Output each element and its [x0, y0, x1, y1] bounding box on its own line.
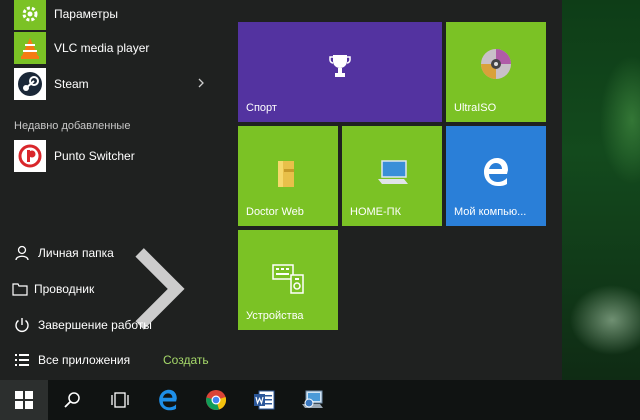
menu-item-label: VLC media player [54, 41, 150, 55]
desktop-wallpaper [562, 0, 640, 380]
steam-icon [14, 68, 46, 100]
menu-item-vlc[interactable]: VLC media player [0, 30, 222, 66]
start-menu: Параметры VLC media player Steam Недавно… [0, 0, 562, 380]
edge-icon [159, 389, 177, 411]
chrome-icon [206, 390, 227, 410]
taskbar-network[interactable] [288, 380, 336, 420]
list-icon [12, 350, 32, 370]
vlc-icon [14, 32, 46, 64]
tile-ultraiso[interactable]: UltraISO [446, 22, 546, 122]
tile-label: Doctor Web [246, 206, 304, 218]
punto-switcher-icon [14, 140, 46, 172]
folder-icon [274, 158, 300, 190]
taskbar-word[interactable] [240, 380, 288, 420]
gear-icon [14, 0, 46, 30]
tile-my-computer[interactable]: Мой компью... [446, 126, 546, 226]
menu-item-label: Параметры [54, 7, 118, 21]
devices-icon [270, 260, 306, 296]
tile-label: Спорт [246, 102, 277, 114]
start-menu-list: Параметры VLC media player Steam Недавно… [0, 0, 222, 380]
recently-added-header: Недавно добавленные [14, 120, 131, 132]
taskbar-edge[interactable] [144, 380, 192, 420]
user-icon [12, 243, 32, 263]
menu-item-steam[interactable]: Steam [0, 66, 222, 102]
taskbar-chrome[interactable] [192, 380, 240, 420]
place-shutdown[interactable]: Завершение работы [0, 310, 222, 340]
menu-item-label: Steam [54, 77, 89, 91]
task-view-icon [111, 392, 129, 408]
power-icon [12, 315, 32, 335]
word-icon [254, 390, 275, 410]
create-link[interactable]: Создать [163, 353, 209, 367]
tile-doctor-web[interactable]: Doctor Web [238, 126, 338, 226]
disc-icon [478, 46, 514, 82]
task-view-button[interactable] [96, 380, 144, 420]
folder-icon [12, 279, 28, 299]
menu-item-settings[interactable]: Параметры [0, 0, 222, 32]
chevron-right-icon[interactable] [194, 76, 208, 90]
tile-devices[interactable]: Устройства [238, 230, 338, 330]
computer-icon [376, 158, 410, 188]
trophy-icon [328, 52, 352, 80]
place-label: Проводник [34, 282, 95, 296]
tile-label: Мой компью... [454, 206, 527, 218]
menu-item-punto-switcher[interactable]: Punto Switcher [0, 138, 222, 174]
windows-start-icon [15, 391, 33, 409]
start-button[interactable] [0, 380, 48, 420]
menu-item-label: Punto Switcher [54, 149, 135, 163]
tile-label: Устройства [246, 310, 304, 322]
edge-icon [480, 156, 512, 188]
tile-home-pc[interactable]: HOME-ПК [342, 126, 442, 226]
search-icon [64, 392, 80, 408]
network-icon [302, 390, 323, 408]
place-explorer[interactable]: Проводник [0, 248, 222, 330]
taskbar [0, 380, 640, 420]
place-label: Завершение работы [38, 318, 152, 332]
tile-label: HOME-ПК [350, 206, 401, 218]
tile-sport[interactable]: Спорт [238, 22, 442, 122]
search-button[interactable] [48, 380, 96, 420]
place-label: Все приложения [38, 353, 131, 367]
tile-label: UltraISO [454, 102, 497, 114]
